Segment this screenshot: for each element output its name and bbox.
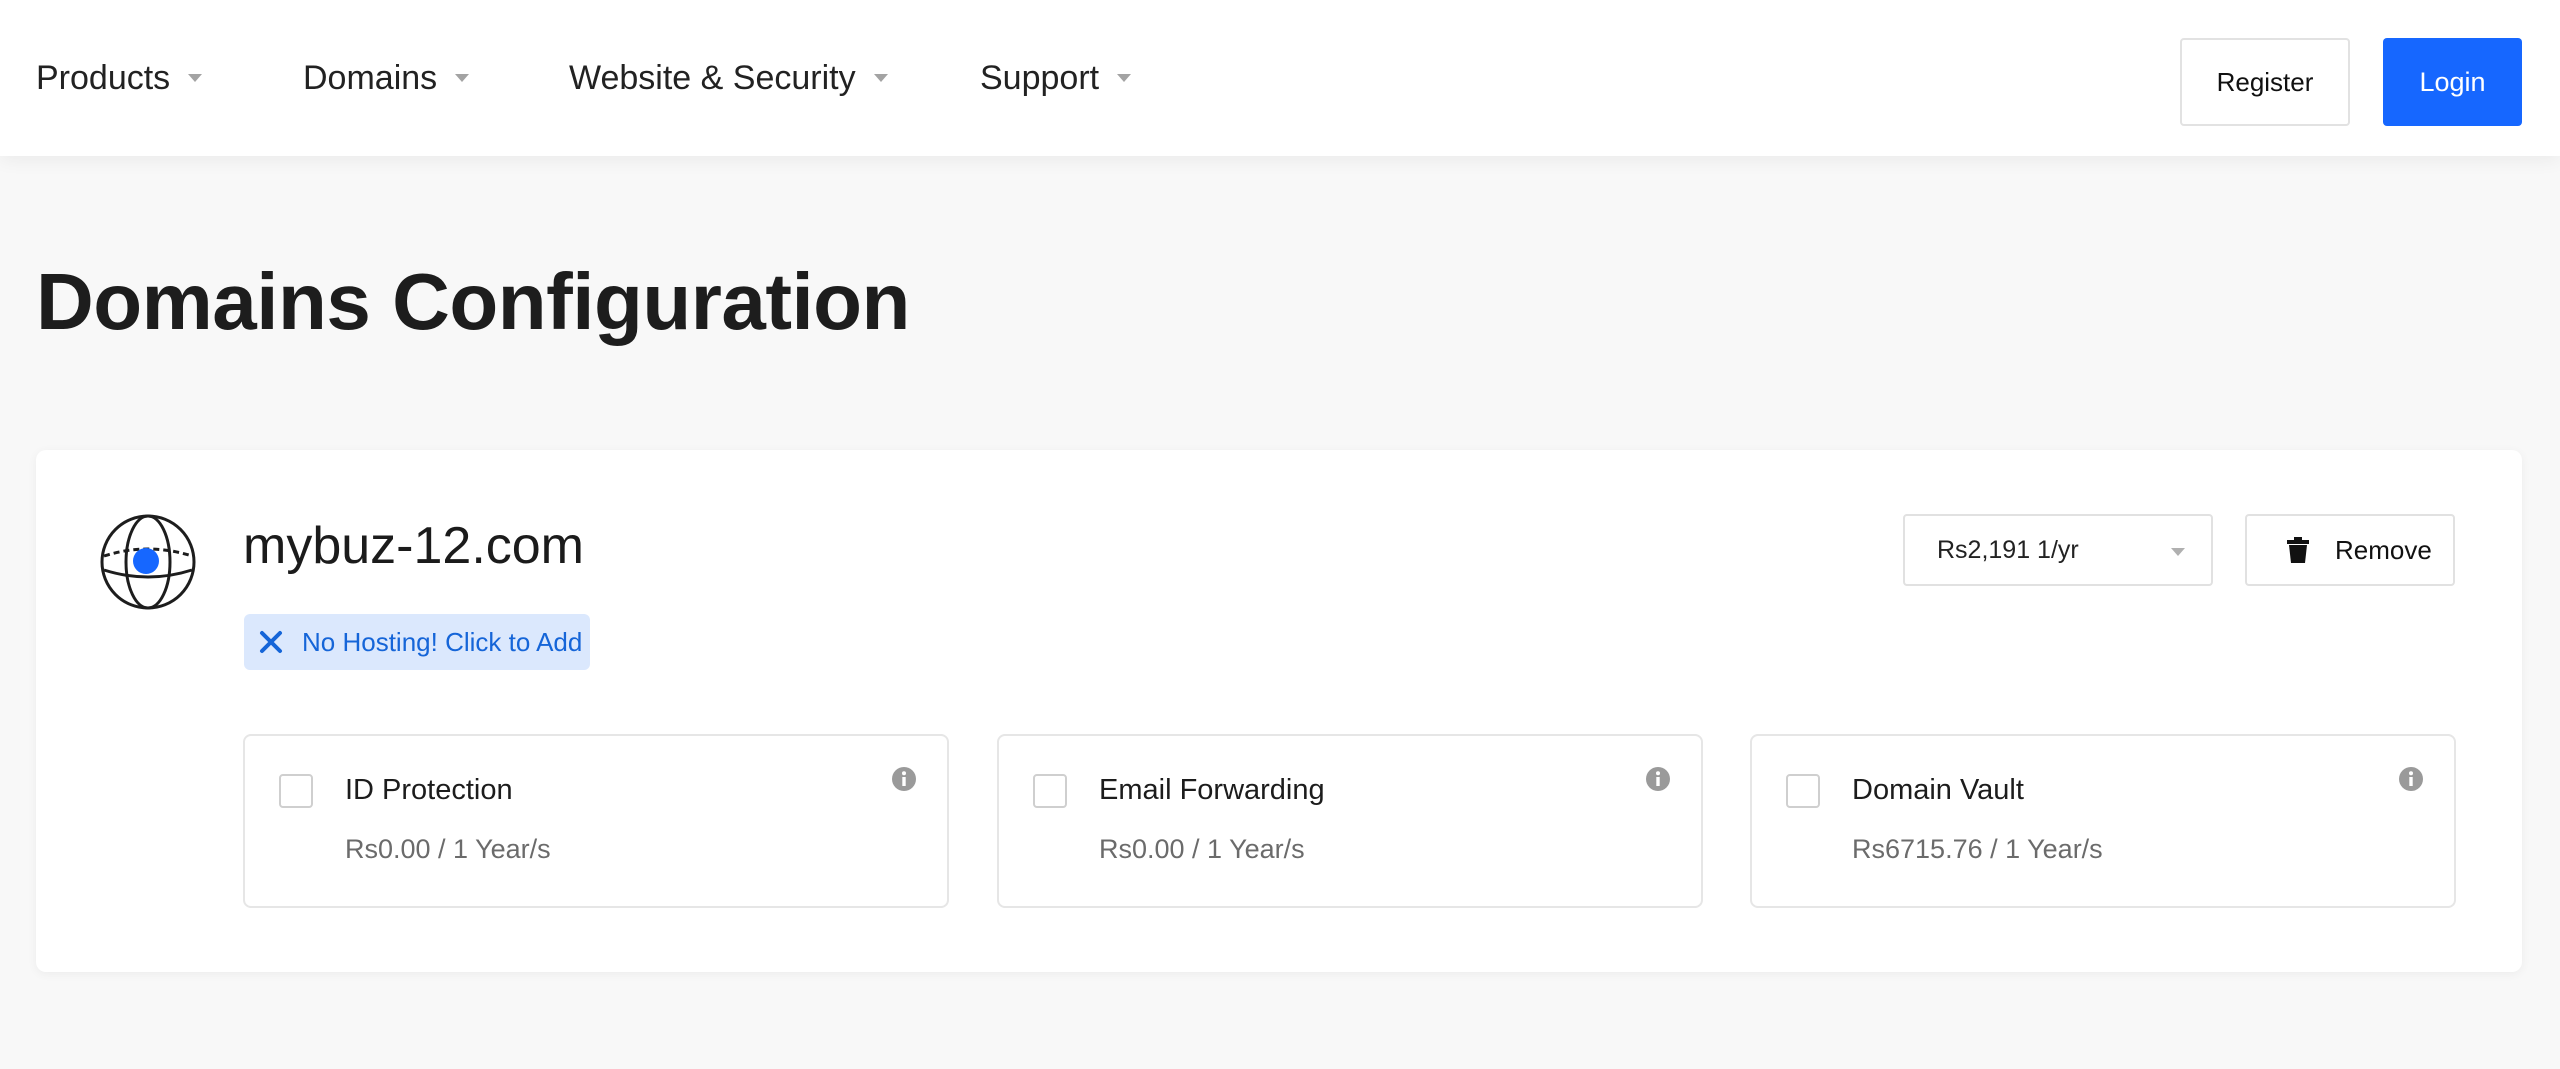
addon-title: ID Protection (345, 774, 513, 806)
no-hosting-label: No Hosting! Click to Add (302, 626, 583, 657)
addon-id-protection: ID Protection Rs0.00 / 1 Year/s (243, 734, 949, 908)
caret-down-icon (2171, 548, 2185, 556)
remove-domain-button[interactable]: Remove (2245, 514, 2455, 586)
registration-period-select[interactable]: Rs2,191 1/yr (1903, 514, 2213, 586)
addon-domain-vault: Domain Vault Rs6715.76 / 1 Year/s (1750, 734, 2456, 908)
caret-down-icon (188, 74, 203, 82)
addon-title: Domain Vault (1852, 774, 2024, 806)
caret-down-icon (455, 74, 470, 82)
nav-domains[interactable]: Domains (303, 0, 470, 156)
addon-title: Email Forwarding (1099, 774, 1325, 806)
close-icon (260, 631, 282, 653)
info-icon[interactable] (891, 766, 917, 792)
domain-vault-checkbox[interactable] (1786, 774, 1820, 808)
caret-down-icon (873, 74, 888, 82)
domain-card: mybuz-12.com No Hosting! Click to Add Rs… (36, 450, 2522, 972)
remove-label: Remove (2335, 534, 2432, 565)
login-button[interactable]: Login (2383, 38, 2522, 126)
register-button[interactable]: Register (2180, 38, 2350, 126)
nav-support[interactable]: Support (980, 0, 1132, 156)
nav-website-security-label: Website & Security (569, 58, 856, 97)
page-title: Domains Configuration (36, 257, 910, 346)
nav-support-label: Support (980, 58, 1100, 97)
addon-price: Rs6715.76 / 1 Year/s (1852, 834, 2103, 864)
globe-icon (100, 514, 196, 610)
top-navigation-bar: Products Domains Website & Security Supp… (0, 0, 2560, 156)
caret-down-icon (1117, 74, 1132, 82)
nav-products-label: Products (36, 58, 171, 97)
nav-products[interactable]: Products (36, 0, 203, 156)
domain-name: mybuz-12.com (243, 517, 584, 575)
no-hosting-badge[interactable]: No Hosting! Click to Add (244, 614, 590, 670)
info-icon[interactable] (1645, 766, 1671, 792)
addon-price: Rs0.00 / 1 Year/s (345, 834, 551, 864)
trash-icon (2287, 537, 2309, 563)
nav-domains-label: Domains (303, 58, 438, 97)
nav-website-security[interactable]: Website & Security (569, 0, 888, 156)
addon-email-forwarding: Email Forwarding Rs0.00 / 1 Year/s (997, 734, 1703, 908)
id-protection-checkbox[interactable] (279, 774, 313, 808)
addon-price: Rs0.00 / 1 Year/s (1099, 834, 1305, 864)
registration-period-value: Rs2,191 1/yr (1937, 535, 2079, 564)
info-icon[interactable] (2398, 766, 2424, 792)
email-forwarding-checkbox[interactable] (1033, 774, 1067, 808)
